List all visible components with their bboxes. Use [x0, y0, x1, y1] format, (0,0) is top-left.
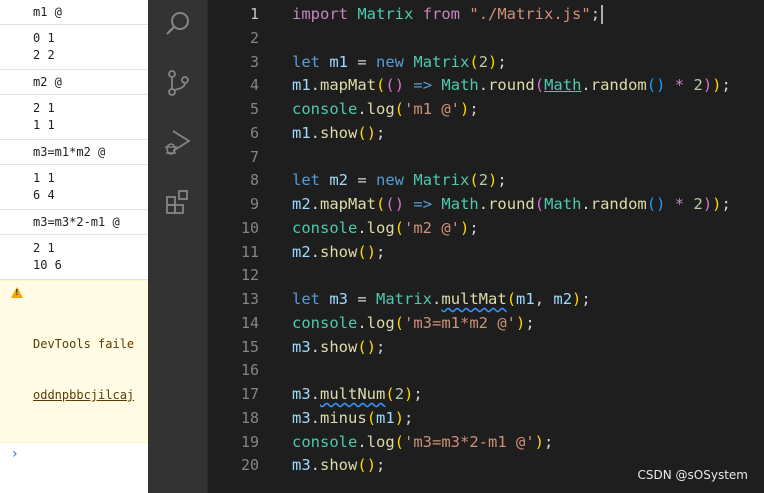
run-debug-icon[interactable]	[148, 118, 207, 166]
console-log-output: 0 1 2 2	[0, 25, 148, 70]
code-line[interactable]: m3.minus(m1);	[292, 407, 764, 431]
code-line[interactable]	[292, 264, 764, 288]
code-line[interactable]: m1.show();	[292, 122, 764, 146]
line-number: 13	[240, 290, 259, 308]
search-icon[interactable]	[148, 0, 207, 48]
console-log-output: 2 1 10 6	[0, 235, 148, 280]
matrix-row: 2 1	[33, 241, 55, 255]
line-number: 14	[240, 313, 259, 332]
line-number: 18	[240, 408, 259, 427]
line-number: 1	[249, 5, 259, 23]
matrix-row: 2 1	[33, 101, 55, 115]
line-number: 9	[249, 195, 259, 213]
line-number: 7	[249, 147, 259, 166]
code-line[interactable]: console.log('m2 @');	[292, 217, 764, 241]
code-editor: 1 2 3 4 5 6 7 8 9 10 11 12 13 14 15 16 17 18 19 20 import M…	[148, 0, 764, 493]
line-number: 4	[249, 76, 259, 95]
line-number: 6	[249, 123, 259, 142]
line-number: 8	[249, 171, 259, 190]
console-prompt[interactable]: ›	[0, 443, 148, 462]
line-number: 3	[249, 52, 259, 71]
line-number: 17	[240, 385, 259, 403]
code-line[interactable]: m2.mapMat(() => Math.round(Math.random()…	[292, 193, 764, 217]
matrix-row: 1 1	[33, 118, 55, 132]
matrix-row: 10 6	[33, 258, 62, 272]
code-line[interactable]: console.log('m1 @');	[292, 98, 764, 122]
matrix-row: 0 1	[33, 31, 55, 45]
code-line[interactable]: let m2 = new Matrix(2);	[292, 169, 764, 193]
line-number: 16	[240, 361, 259, 380]
code-area[interactable]: import Matrix from "./Matrix.js"; let m1 …	[292, 3, 764, 478]
code-line[interactable]: m1.mapMat(() => Math.round(Math.random()…	[292, 74, 764, 98]
console-warning: DevTools faile oddnpbbcjilcaj	[0, 280, 148, 443]
warning-text: DevTools faile	[33, 337, 135, 351]
line-number: 12	[240, 266, 259, 285]
console-log-label: m3=m1*m2 @	[0, 140, 148, 165]
line-number: 2	[249, 28, 259, 47]
code-line[interactable]: import Matrix from "./Matrix.js";	[292, 3, 764, 27]
console-log-label: m2 @	[0, 70, 148, 95]
console-log-output: 1 1 6 4	[0, 165, 148, 210]
warning-source-link[interactable]: oddnpbbcjilcaj	[33, 387, 148, 404]
code-line[interactable]: let m3 = Matrix.multMat(m1, m2);	[292, 288, 764, 312]
code-line[interactable]	[292, 27, 764, 51]
code-line[interactable]	[292, 359, 764, 383]
code-line[interactable]: m2.show();	[292, 241, 764, 265]
matrix-row: 6 4	[33, 188, 55, 202]
line-number: 20	[240, 456, 259, 475]
line-number: 10	[240, 218, 259, 237]
source-control-icon[interactable]	[148, 59, 207, 107]
text-cursor	[601, 5, 604, 24]
code-line[interactable]: m3.multNum(2);	[292, 383, 764, 407]
devtools-console: m1 @ 0 1 2 2 m2 @ 2 1 1 1 m3=m1*m2 @ 1 1…	[0, 0, 148, 493]
code-line[interactable]: console.log('m3=m3*2-m1 @');	[292, 431, 764, 455]
line-number-gutter: 1 2 3 4 5 6 7 8 9 10 11 12 13 14 15 16 17 18 19 20	[207, 3, 263, 478]
line-number: 5	[249, 100, 259, 118]
matrix-row: 2 2	[33, 48, 55, 62]
matrix-row: 1 1	[33, 171, 55, 185]
extensions-icon[interactable]	[148, 178, 207, 226]
activity-bar	[148, 0, 208, 493]
code-line[interactable]: console.log('m3=m1*m2 @');	[292, 312, 764, 336]
line-number: 11	[240, 242, 259, 261]
console-log-output: 2 1 1 1	[0, 95, 148, 140]
line-number: 15	[240, 337, 259, 356]
warning-icon	[11, 287, 23, 298]
watermark: CSDN @sOSystem	[637, 468, 748, 482]
code-line[interactable]: let m1 = new Matrix(2);	[292, 51, 764, 75]
console-log-label: m3=m3*2-m1 @	[0, 210, 148, 235]
console-log-label: m1 @	[0, 0, 148, 25]
code-line[interactable]: m3.show();	[292, 336, 764, 360]
line-number: 19	[240, 432, 259, 451]
code-line[interactable]	[292, 146, 764, 170]
